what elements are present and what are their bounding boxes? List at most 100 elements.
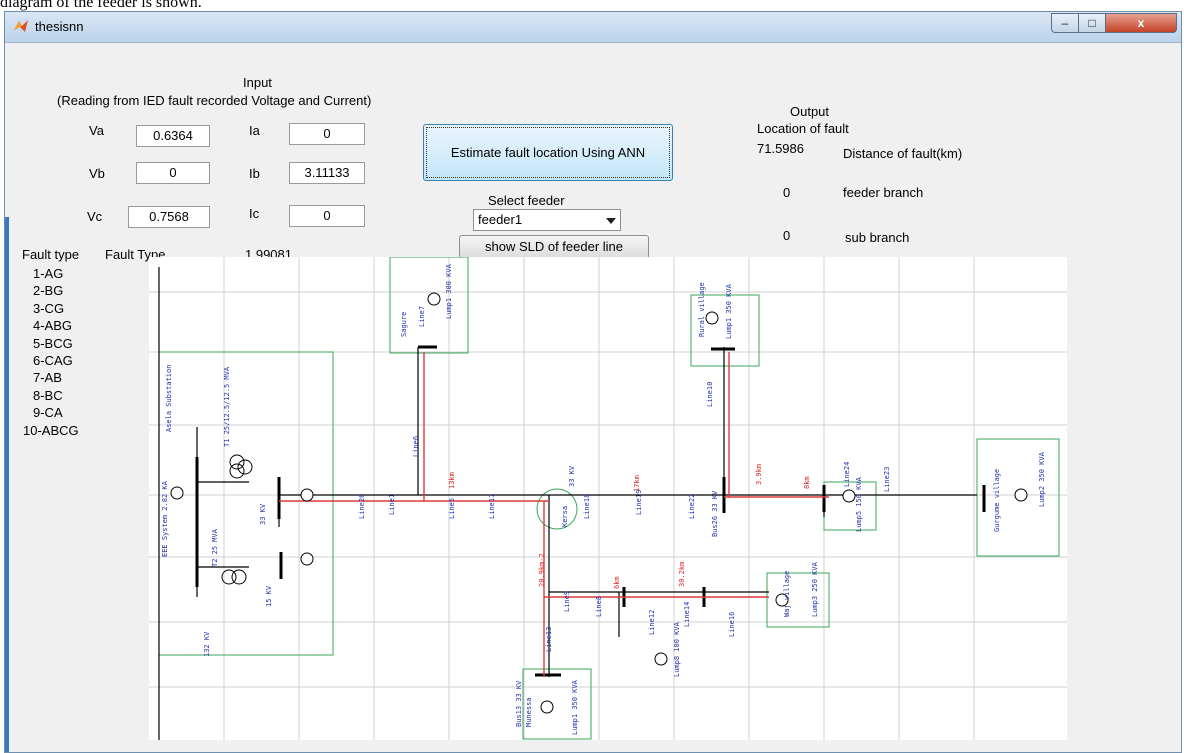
sld-area-boxes: [158, 257, 1060, 740]
fault-type-item: 6-CAG: [33, 353, 73, 369]
ic-field[interactable]: 0: [289, 205, 365, 227]
sld-t1-label: T1 25/12.5/12.5 MVA: [223, 366, 231, 447]
matlab-icon: [14, 20, 28, 32]
sld-line-label: Line17: [488, 494, 496, 519]
distance-label: Distance of fault(km): [843, 146, 963, 161]
sld-waj-label: Waj village: [783, 571, 791, 617]
sld-bus13-label: Bus13 33 KV: [515, 680, 523, 727]
sld-line-label: Line8: [595, 596, 603, 617]
sld-line-label: Line26: [358, 494, 366, 519]
show-sld-button[interactable]: show SLD of feeder line: [459, 235, 649, 259]
sld-line-label: Line10: [706, 382, 714, 407]
fault-type-label: Fault type: [22, 247, 80, 262]
sld-gurgume-label: Gurgume village: [993, 469, 1001, 532]
fault-type-item: 3-CG: [33, 300, 65, 316]
sld-lump8-label: Lump8 100 KVA: [673, 621, 681, 677]
ib-label: Ib: [249, 166, 260, 181]
va-label: Va: [89, 123, 104, 138]
sld-munessa-label: Munessa: [525, 697, 533, 727]
sld-line-label: Line13: [545, 627, 553, 652]
sld-kersa-label: Kersa: [561, 506, 569, 527]
sld-lump5-label: Lump5 150 KVA: [855, 476, 863, 532]
fault-type-list: 1-AG 2-BG 3-CG 4-ABG 5-BCG 6-CAG 7-AB 8-BC 9-CA 1…: [23, 265, 79, 439]
sub-branch-label: sub branch: [845, 230, 910, 245]
input-subheading: (Reading from IED fault recorded Voltage…: [57, 93, 372, 108]
sld-sagure-label: Sagure: [400, 312, 408, 337]
fault-type-item: 2-BG: [33, 283, 64, 299]
sld-line-label: Line9: [563, 591, 571, 612]
select-feeder-label: Select feeder: [488, 193, 565, 208]
sld-distance-label: 20.9km-2: [538, 553, 546, 587]
sld-lump1-label: Lump1 300 KVA: [445, 263, 453, 319]
fault-type-item: 4-ABG: [33, 318, 73, 334]
sld-line-label: Line18: [583, 494, 591, 519]
sld-transformers: [221, 454, 253, 585]
sld-grid: [149, 257, 1067, 740]
sld-t2-label: T2 25 MVA: [211, 528, 219, 567]
sld-line-label: Line5: [448, 498, 456, 519]
feeder-branch-value: 0: [783, 185, 791, 200]
sld-bus26-label: Bus26 33 KV: [711, 490, 719, 537]
sld-lump3-label: Lump3 250 KVA: [811, 561, 819, 617]
vb-field[interactable]: 0: [136, 162, 210, 184]
window-left-edge: [5, 217, 9, 752]
sub-branch-value: 0: [783, 228, 791, 243]
feeder-sld-diagram: Asela Substation T1 25/12.5/12.5 MVA T2 …: [149, 257, 1067, 740]
input-heading: Input: [243, 75, 272, 90]
distance-value: 71.5986: [757, 141, 804, 156]
sld-red-labels: 17km 13km 20.9km-2 6km 30.2km 3.9km 8km: [448, 464, 811, 589]
ic-label: Ic: [249, 206, 260, 221]
sld-line-label: Line1: [388, 494, 396, 515]
fault-type-item: 9-CA: [33, 405, 63, 421]
sld-distance-label: 30.2km: [678, 562, 686, 587]
maximize-button[interactable]: □: [1078, 13, 1106, 33]
sld-line-label: Line6: [412, 436, 420, 457]
sld-line-label: Line22: [688, 494, 696, 519]
fault-type-item: 5-BCG: [33, 335, 73, 351]
chevron-down-icon[interactable]: [606, 218, 616, 224]
sld-distance-label: 17km: [633, 475, 641, 492]
sld-rural-label: Rural village: [698, 282, 706, 337]
feeder-select-value: feeder1: [478, 212, 523, 227]
close-button[interactable]: x: [1105, 13, 1177, 33]
output-subheading: Location of fault: [757, 121, 849, 136]
estimate-fault-button[interactable]: Estimate fault location Using ANN: [423, 124, 673, 181]
sld-ee-label: EEE System 2.82 KA: [161, 480, 169, 557]
fault-type-item: 10-ABCG: [23, 422, 79, 438]
sld-33kv-label: 33 KV: [259, 503, 267, 525]
feeder-select[interactable]: feeder1: [473, 209, 621, 231]
sld-line-label: Line12: [648, 610, 656, 635]
sld-kv33-label: 33 KV: [568, 465, 576, 487]
sld-distance-label: 6km: [613, 576, 621, 589]
sld-lump2-label: Lump2 350 KVA: [1038, 451, 1046, 507]
sld-15kv-label: 15 KV: [265, 585, 273, 607]
vb-label: Vb: [89, 166, 105, 181]
minimize-button[interactable]: –: [1051, 13, 1079, 33]
fault-type-item: 1-AG: [33, 266, 64, 281]
vc-label: Vc: [87, 209, 103, 224]
sld-line-label: Line23: [883, 467, 891, 492]
window-title: thesisnn: [35, 19, 84, 34]
ib-field[interactable]: 3.11133: [289, 162, 365, 184]
sld-substation-label: Asela Substation: [165, 365, 173, 432]
sld-line-label: Line14: [683, 602, 691, 627]
sld-line-label: Line19: [635, 490, 643, 515]
fault-type-item: 8-BC: [33, 387, 63, 403]
ia-field[interactable]: 0: [289, 123, 365, 145]
ia-label: Ia: [249, 123, 260, 138]
title-bar[interactable]: thesisnn – □ x: [5, 12, 1181, 43]
sld-line-label: Line7: [418, 306, 426, 327]
va-field[interactable]: 0.6364: [136, 125, 210, 147]
sld-lump-munessa-label: Lump1 350 KVA: [571, 679, 579, 735]
sld-distance-label: 8km: [803, 476, 811, 489]
sld-line-label: Line24: [843, 462, 851, 487]
output-heading: Output: [790, 104, 830, 119]
fault-type-item: 7-AB: [33, 370, 62, 386]
sld-distance-label: 3.9km: [755, 464, 763, 485]
sld-distance-label: 13km: [448, 472, 456, 489]
feeder-branch-label: feeder branch: [843, 185, 924, 200]
vc-field[interactable]: 0.7568: [128, 206, 210, 228]
sld-lump-rural-label: Lump1 350 KVA: [725, 283, 733, 339]
sld-132kv-label: 132 KV: [203, 631, 211, 657]
sld-line-label: Line16: [728, 612, 736, 637]
